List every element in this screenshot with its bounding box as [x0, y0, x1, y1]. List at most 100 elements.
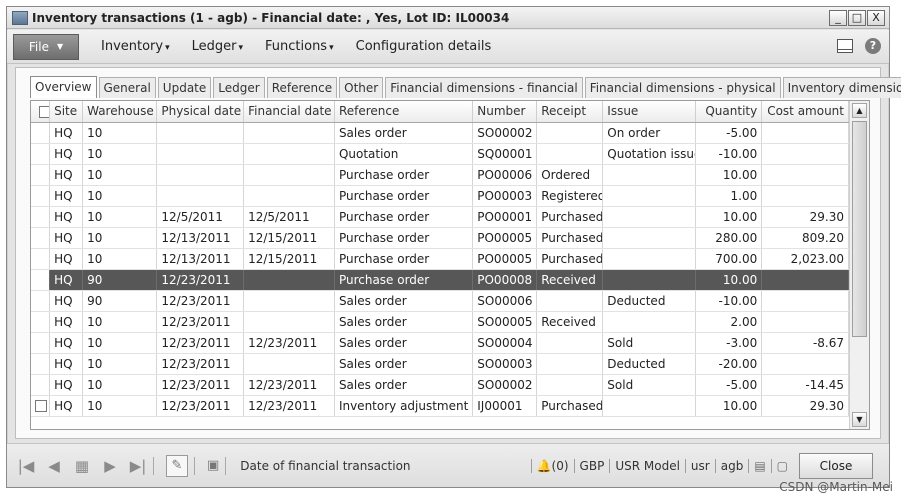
row-selector[interactable]	[31, 122, 51, 144]
cell-reference[interactable]: Sales order	[334, 353, 474, 375]
tab-ledger[interactable]: Ledger	[213, 77, 265, 98]
cell-number[interactable]: IJ00001	[472, 395, 538, 417]
file-menu-button[interactable]: File ▼	[13, 33, 79, 60]
cell-issue[interactable]	[602, 227, 697, 249]
tab-financial-dimensions-financial[interactable]: Financial dimensions - financial	[385, 77, 583, 98]
cell-receipt[interactable]	[536, 290, 604, 312]
column-header-cost-amount[interactable]: Cost amount	[761, 101, 849, 123]
cell-cost-amount[interactable]	[761, 122, 849, 144]
cell-receipt[interactable]: Purchased	[536, 227, 604, 249]
cell-physical-date[interactable]: 12/23/2011	[156, 395, 245, 417]
cell-number[interactable]: SO00006	[472, 290, 538, 312]
cell-financial-date[interactable]: 12/15/2011	[243, 227, 335, 249]
row-selector[interactable]	[31, 395, 51, 417]
scroll-thumb[interactable]	[852, 121, 867, 337]
first-record-icon[interactable]: |◀	[17, 457, 35, 475]
cell-number[interactable]: PO00005	[472, 248, 538, 270]
cell-site[interactable]: HQ	[49, 185, 84, 207]
grid-scrollbar[interactable]: ▲ ▼	[849, 101, 869, 429]
cell-number[interactable]: SO00002	[472, 374, 538, 396]
cell-physical-date[interactable]: 12/23/2011	[156, 353, 245, 375]
cell-financial-date[interactable]: 12/15/2011	[243, 248, 335, 270]
cell-issue[interactable]	[602, 164, 697, 186]
column-header-reference[interactable]: Reference	[334, 101, 474, 123]
cell-number[interactable]: PO00001	[472, 206, 538, 228]
scroll-down-icon[interactable]: ▼	[852, 412, 867, 427]
cell-warehouse[interactable]: 10	[82, 332, 158, 354]
cell-cost-amount[interactable]	[761, 353, 849, 375]
cell-warehouse[interactable]: 10	[82, 164, 158, 186]
cell-financial-date[interactable]	[243, 122, 335, 144]
cell-warehouse[interactable]: 10	[82, 122, 158, 144]
cell-receipt[interactable]	[536, 374, 604, 396]
cell-cost-amount[interactable]: 29.30	[761, 395, 849, 417]
cell-financial-date[interactable]	[243, 290, 335, 312]
cell-number[interactable]: SO00004	[472, 332, 538, 354]
cell-issue[interactable]: Sold	[602, 374, 697, 396]
table-row[interactable]: HQ 10 Sales order SO00002 On order -5.00	[31, 122, 849, 144]
menu-ledger[interactable]: Ledger ▾	[192, 39, 243, 54]
previous-record-icon[interactable]: ◀	[45, 457, 63, 475]
cell-issue[interactable]	[602, 185, 697, 207]
table-row[interactable]: HQ 10 Purchase order PO00006 Ordered 10.00	[31, 164, 849, 186]
maximize-button[interactable]: □	[848, 10, 866, 26]
table-row[interactable]: HQ 10 12/13/2011 12/15/2011 Purchase order PO…	[31, 248, 849, 270]
cell-issue[interactable]	[602, 248, 697, 270]
notifications-segment[interactable]: 🔔(0)	[530, 458, 574, 473]
cell-quantity[interactable]: -3.00	[695, 332, 763, 354]
row-selector[interactable]	[31, 353, 51, 375]
document-handling-icon[interactable]: ▣	[207, 458, 219, 473]
cell-quantity[interactable]: 10.00	[695, 269, 763, 291]
help-icon[interactable]: ?	[865, 38, 881, 54]
cell-receipt[interactable]: Purchased	[536, 395, 604, 417]
cell-physical-date[interactable]	[156, 185, 245, 207]
calculator-icon[interactable]: ▤	[748, 458, 770, 473]
cell-number[interactable]: SQ00001	[472, 143, 538, 165]
tab-update[interactable]: Update	[157, 77, 212, 98]
cell-reference[interactable]: Purchase order	[334, 164, 474, 186]
menu-configuration-details[interactable]: Configuration details	[356, 39, 492, 54]
cell-cost-amount[interactable]: 2,023.00	[761, 248, 849, 270]
cell-receipt[interactable]	[536, 353, 604, 375]
cell-cost-amount[interactable]	[761, 269, 849, 291]
cell-warehouse[interactable]: 10	[82, 143, 158, 165]
cell-receipt[interactable]	[536, 122, 604, 144]
cell-site[interactable]: HQ	[49, 248, 84, 270]
cell-cost-amount[interactable]	[761, 143, 849, 165]
cell-number[interactable]: PO00005	[472, 227, 538, 249]
cell-reference[interactable]: Purchase order	[334, 248, 474, 270]
cell-receipt[interactable]	[536, 332, 604, 354]
tab-overview[interactable]: Overview	[30, 76, 97, 98]
cell-warehouse[interactable]: 10	[82, 185, 158, 207]
cell-site[interactable]: HQ	[49, 353, 84, 375]
cell-warehouse[interactable]: 10	[82, 353, 158, 375]
table-row[interactable]: HQ 10 Purchase order PO00003 Registered 1.00	[31, 185, 849, 207]
table-row[interactable]: HQ 90 12/23/2011 Sales order SO00006 Deducted…	[31, 290, 849, 312]
cell-site[interactable]: HQ	[49, 269, 84, 291]
cell-cost-amount[interactable]: 809.20	[761, 227, 849, 249]
column-header-warehouse[interactable]: Warehouse	[82, 101, 158, 123]
cell-receipt[interactable]: Purchased	[536, 248, 604, 270]
cell-site[interactable]: HQ	[49, 395, 84, 417]
column-header-receipt[interactable]: Receipt	[536, 101, 604, 123]
cell-quantity[interactable]: -5.00	[695, 374, 763, 396]
cell-financial-date[interactable]: 12/5/2011	[243, 206, 335, 228]
cell-cost-amount[interactable]: 29.30	[761, 206, 849, 228]
table-row[interactable]: HQ 90 12/23/2011 Purchase order PO00008 Recei…	[31, 269, 849, 291]
cell-cost-amount[interactable]	[761, 290, 849, 312]
cell-quantity[interactable]: 10.00	[695, 206, 763, 228]
cell-reference[interactable]: Quotation	[334, 143, 474, 165]
cell-warehouse[interactable]: 10	[82, 206, 158, 228]
cell-quantity[interactable]: 10.00	[695, 395, 763, 417]
close-window-button[interactable]: X	[867, 10, 885, 26]
cell-issue[interactable]	[602, 311, 697, 333]
cell-reference[interactable]: Purchase order	[334, 206, 474, 228]
cell-issue[interactable]: Sold	[602, 332, 697, 354]
row-checkbox[interactable]	[35, 400, 47, 412]
cell-quantity[interactable]: -10.00	[695, 143, 763, 165]
cell-cost-amount[interactable]: -8.67	[761, 332, 849, 354]
cell-number[interactable]: SO00003	[472, 353, 538, 375]
cell-warehouse[interactable]: 10	[82, 227, 158, 249]
menu-inventory[interactable]: Inventory ▾	[101, 39, 170, 54]
cell-financial-date[interactable]	[243, 353, 335, 375]
